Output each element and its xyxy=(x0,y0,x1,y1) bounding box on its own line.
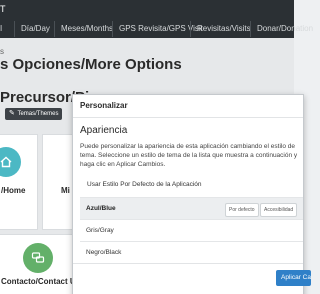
nav-divider xyxy=(112,21,113,37)
breadcrumb: s xyxy=(0,47,4,56)
dialog-subtitle: Apariencia xyxy=(80,125,128,136)
themes-button[interactable]: ✎ Temas/Themes xyxy=(5,108,63,120)
nav-tab-day[interactable]: Día/Day xyxy=(16,20,55,38)
nav-tab-months[interactable]: Meses/Months xyxy=(56,20,118,38)
themes-button-label: Temas/Themes xyxy=(17,111,59,117)
nav-divider xyxy=(14,21,15,37)
nav-tab-visits[interactable]: Revisitas/Visits xyxy=(192,20,256,38)
theme-option-label: Gris/Gray xyxy=(86,227,114,234)
dialog-description: Puede personalizar la apariencia de esta… xyxy=(80,143,298,168)
nav-tab-1[interactable]: I xyxy=(0,20,12,38)
nav-divider xyxy=(250,21,251,37)
theme-option-gray[interactable]: Gris/Gray xyxy=(80,219,303,242)
personalize-dialog: Personalizar Apariencia Puede personaliz… xyxy=(72,94,311,294)
app-brand[interactable]: T xyxy=(0,3,6,15)
home-icon xyxy=(0,147,21,177)
home-tile-label: /Home xyxy=(1,186,26,195)
nav-divider xyxy=(54,21,55,37)
dialog-title: Personalizar xyxy=(80,101,128,110)
contact-tile[interactable]: Contacto/Contact Us xyxy=(0,234,80,294)
apply-changes-button[interactable]: Aplicar Cambios xyxy=(276,270,311,286)
home-tile[interactable]: /Home xyxy=(0,134,38,230)
dialog-footer-divider xyxy=(73,263,303,264)
theme-option-blue[interactable]: Azul/Blue Por defecto Accesibilidad xyxy=(80,197,303,220)
chat-icon xyxy=(23,243,53,273)
theme-option-label: Azul/Blue xyxy=(86,205,116,212)
default-variant-button[interactable]: Por defecto xyxy=(225,203,259,217)
theme-option-label: Negro/Black xyxy=(86,249,122,256)
contact-tile-label: Contacto/Contact Us xyxy=(1,277,81,286)
top-navbar: T I Día/Day Meses/Months GPS Revisita/GP… xyxy=(0,0,313,38)
nav-tab-donation[interactable]: Donar/Donation xyxy=(252,20,318,38)
theme-option-black[interactable]: Negro/Black xyxy=(80,241,303,264)
nav-divider xyxy=(190,21,191,37)
dialog-header: Personalizar xyxy=(73,95,303,118)
default-style-option[interactable]: Usar Estilo Por Defecto de la Aplicación xyxy=(87,181,202,188)
page-title: s Opciones/More Options xyxy=(0,56,182,73)
paint-icon: ✎ xyxy=(9,110,15,117)
accessibility-variant-button[interactable]: Accesibilidad xyxy=(260,203,298,217)
